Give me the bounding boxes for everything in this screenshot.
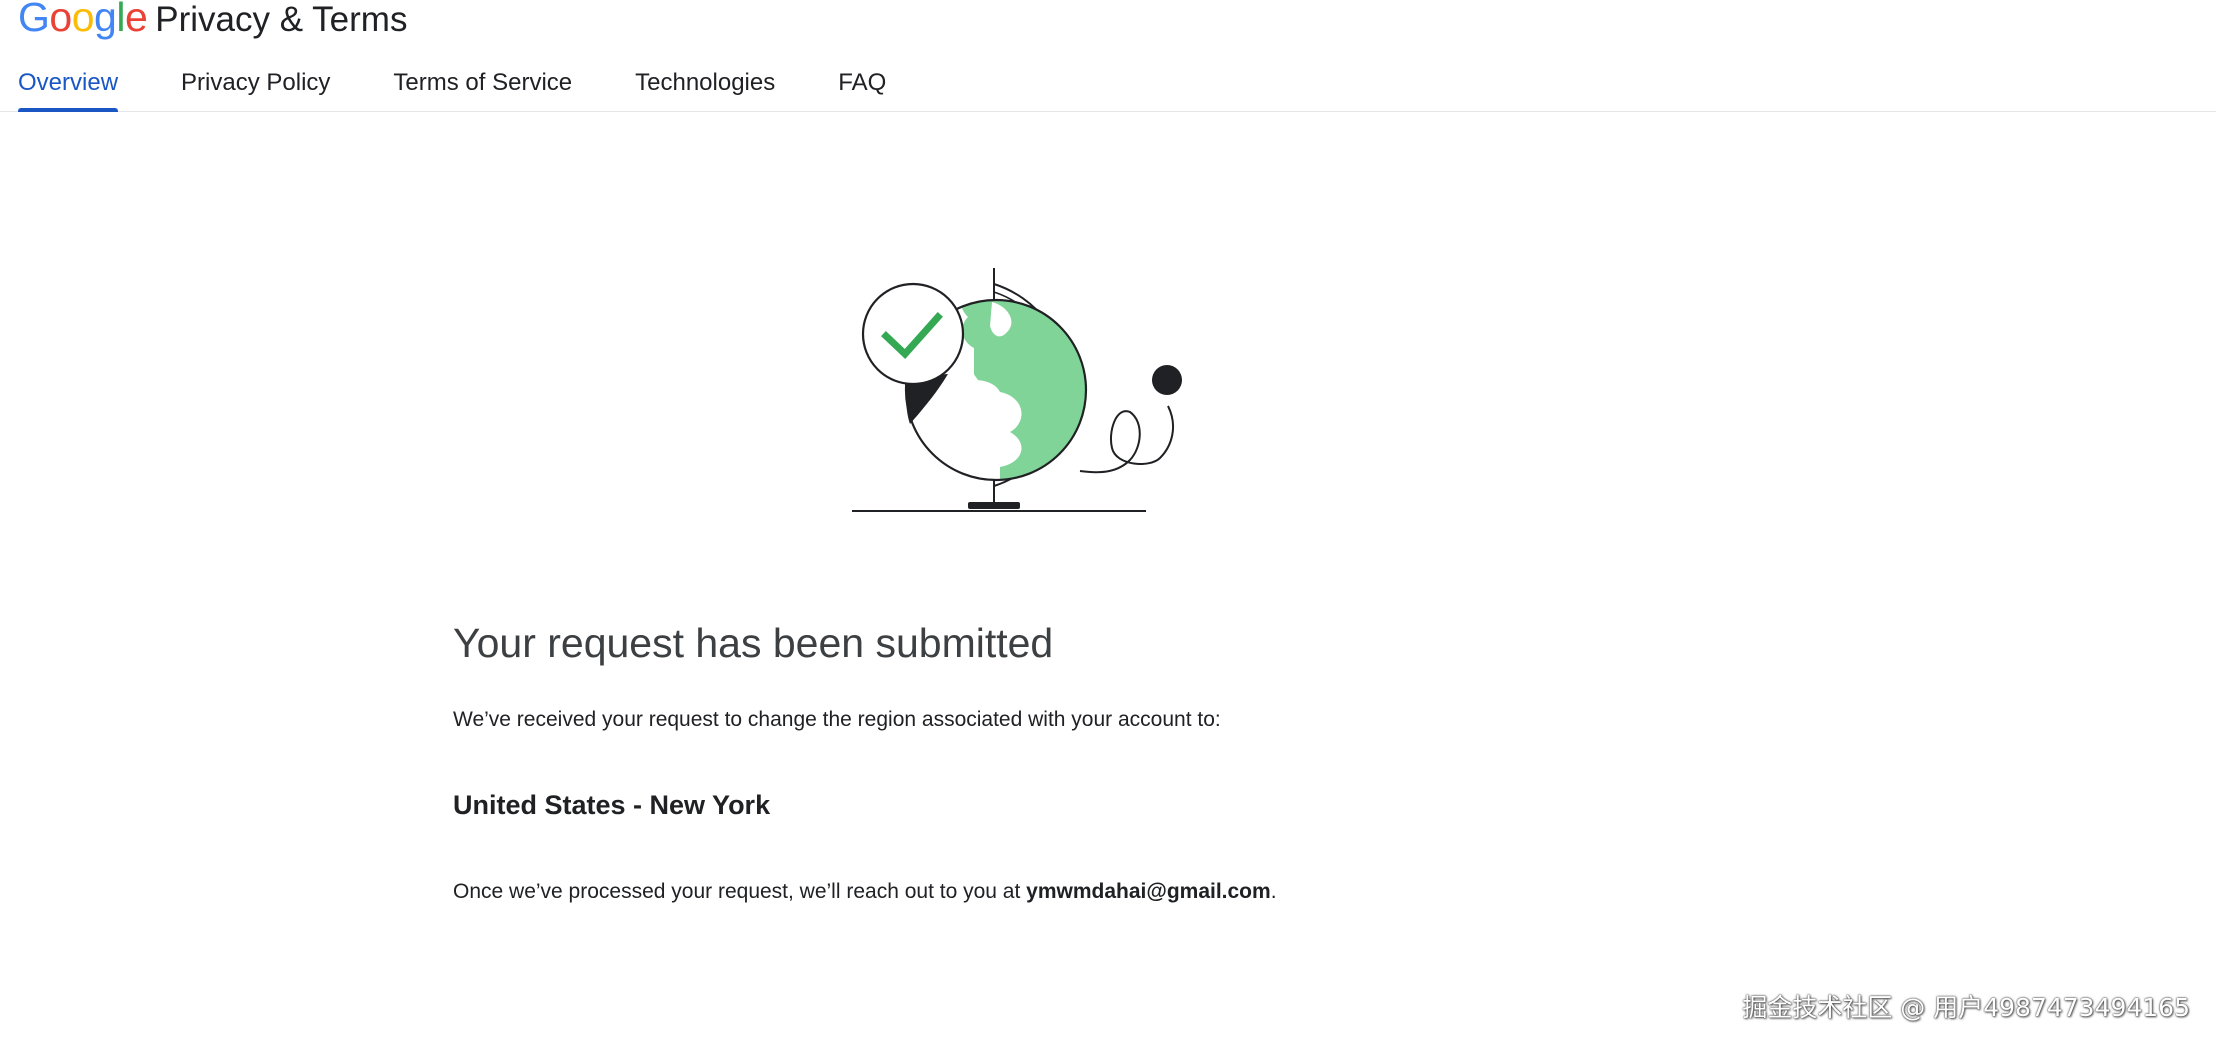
region-value: United States - New York [453, 790, 771, 820]
watermark: 掘金技术社区 @ 用户4987473494165 [1742, 993, 2190, 1022]
tab-terms-of-service[interactable]: Terms of Service [393, 64, 572, 111]
tab-privacy-policy[interactable]: Privacy Policy [181, 64, 330, 111]
logo-letter: l [116, 0, 125, 40]
tab-overview[interactable]: Overview [18, 64, 119, 112]
globe-with-checkmark-pin-icon [850, 262, 1190, 520]
followup-prefix: Once we’ve processed your request, we’ll… [453, 880, 1027, 903]
tab-faq[interactable]: FAQ [838, 64, 886, 111]
request-description: We’ve received your request to change th… [453, 708, 1221, 731]
followup-suffix: . [1270, 880, 1277, 903]
followup-text: Once we’ve processed your request, we’ll… [453, 880, 1277, 904]
tab-technologies[interactable]: Technologies [635, 64, 775, 111]
product-name[interactable]: Privacy & Terms [155, 0, 407, 40]
nav-tabs: Overview Privacy Policy Terms of Service… [18, 64, 949, 112]
brand[interactable]: Google Privacy & Terms [18, 0, 407, 41]
google-logo[interactable]: Google [18, 0, 148, 41]
account-email: ymwmdahai@gmail.com [1026, 880, 1271, 903]
logo-letter: o [49, 0, 72, 40]
logo-letter: e [124, 0, 148, 40]
logo-letter: o [71, 0, 95, 40]
logo-letter: G [18, 0, 50, 40]
logo-letter: g [94, 0, 117, 40]
top-header: Google Privacy & Terms Overview Privacy … [0, 0, 2216, 112]
page-title: Your request has been submitted [453, 620, 1054, 666]
